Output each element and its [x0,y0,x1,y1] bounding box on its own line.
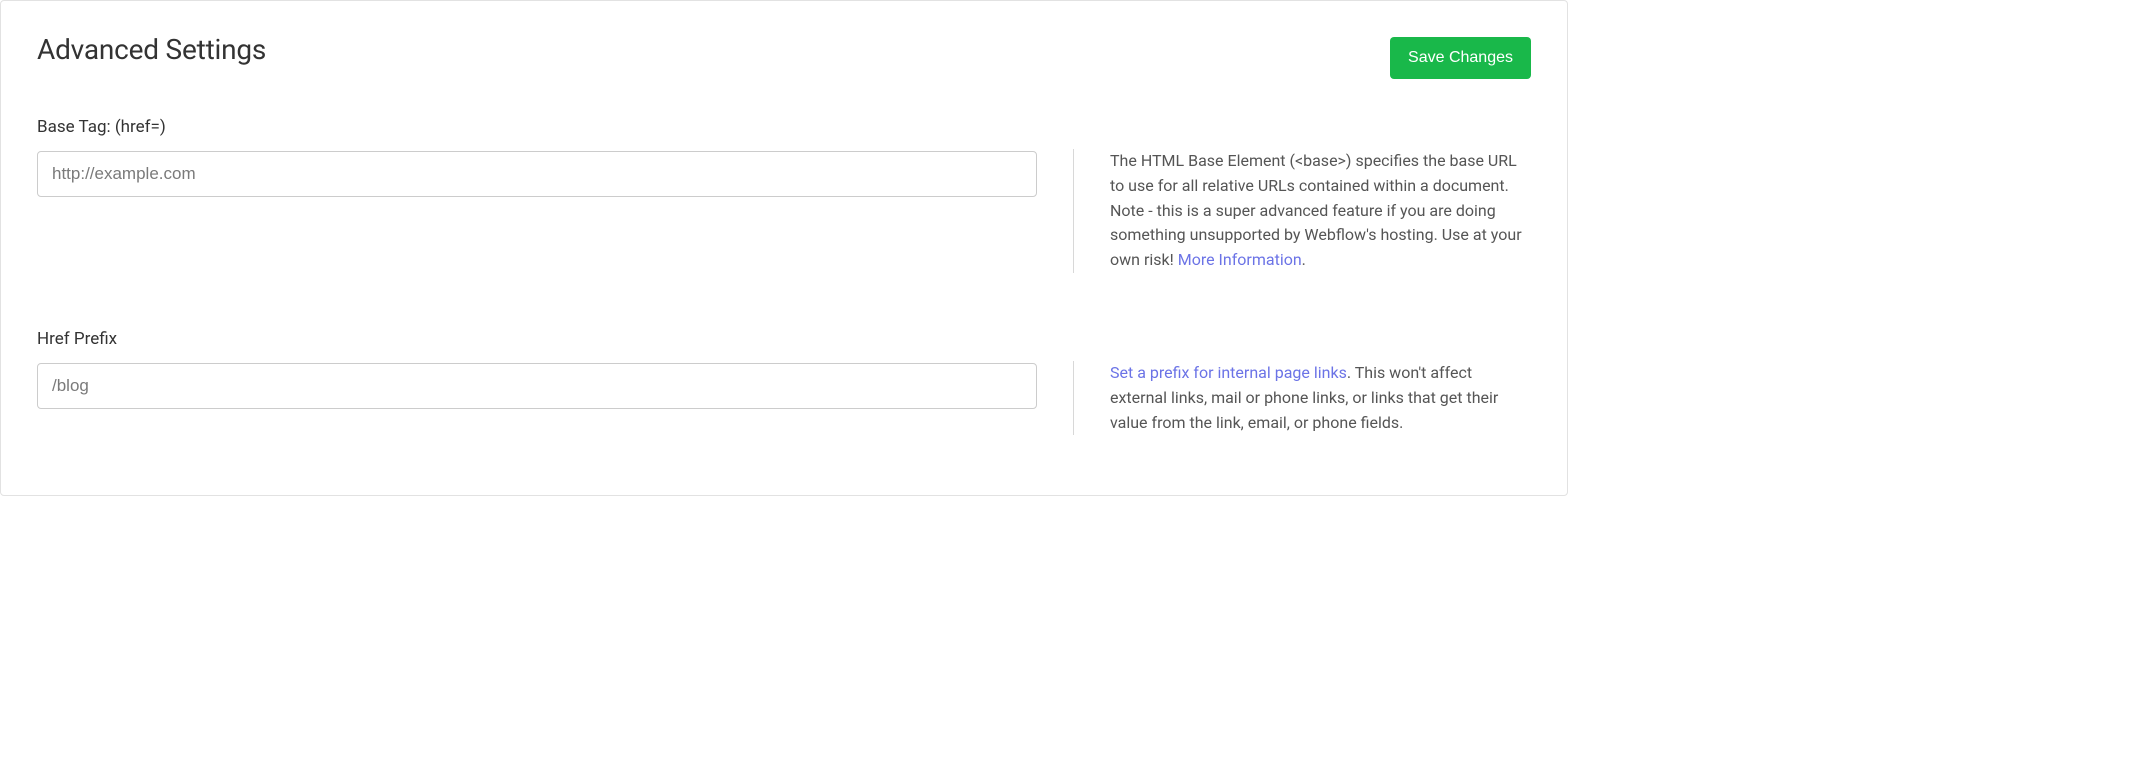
href-prefix-help: Set a prefix for internal page links. Th… [1110,329,1531,435]
divider [1073,149,1074,273]
advanced-settings-panel: Advanced Settings Save Changes Base Tag:… [0,0,1568,496]
divider [1073,361,1074,435]
base-tag-help: The HTML Base Element (<base>) specifies… [1110,117,1531,273]
base-tag-label: Base Tag: (href=) [37,117,1037,137]
base-tag-help-after: . [1302,250,1306,269]
base-tag-row: Base Tag: (href=) The HTML Base Element … [37,117,1531,273]
save-changes-button[interactable]: Save Changes [1390,37,1531,79]
base-tag-help-text: The HTML Base Element (<base>) specifies… [1110,151,1522,269]
href-prefix-info-link[interactable]: Set a prefix for internal page links [1110,363,1347,382]
href-prefix-input[interactable] [37,363,1037,409]
base-tag-field: Base Tag: (href=) [37,117,1037,197]
page-title: Advanced Settings [37,33,266,66]
href-prefix-field: Href Prefix [37,329,1037,409]
more-information-link[interactable]: More Information [1178,250,1302,269]
base-tag-input[interactable] [37,151,1037,197]
panel-header: Advanced Settings Save Changes [37,33,1531,79]
href-prefix-label: Href Prefix [37,329,1037,349]
href-prefix-row: Href Prefix Set a prefix for internal pa… [37,329,1531,435]
